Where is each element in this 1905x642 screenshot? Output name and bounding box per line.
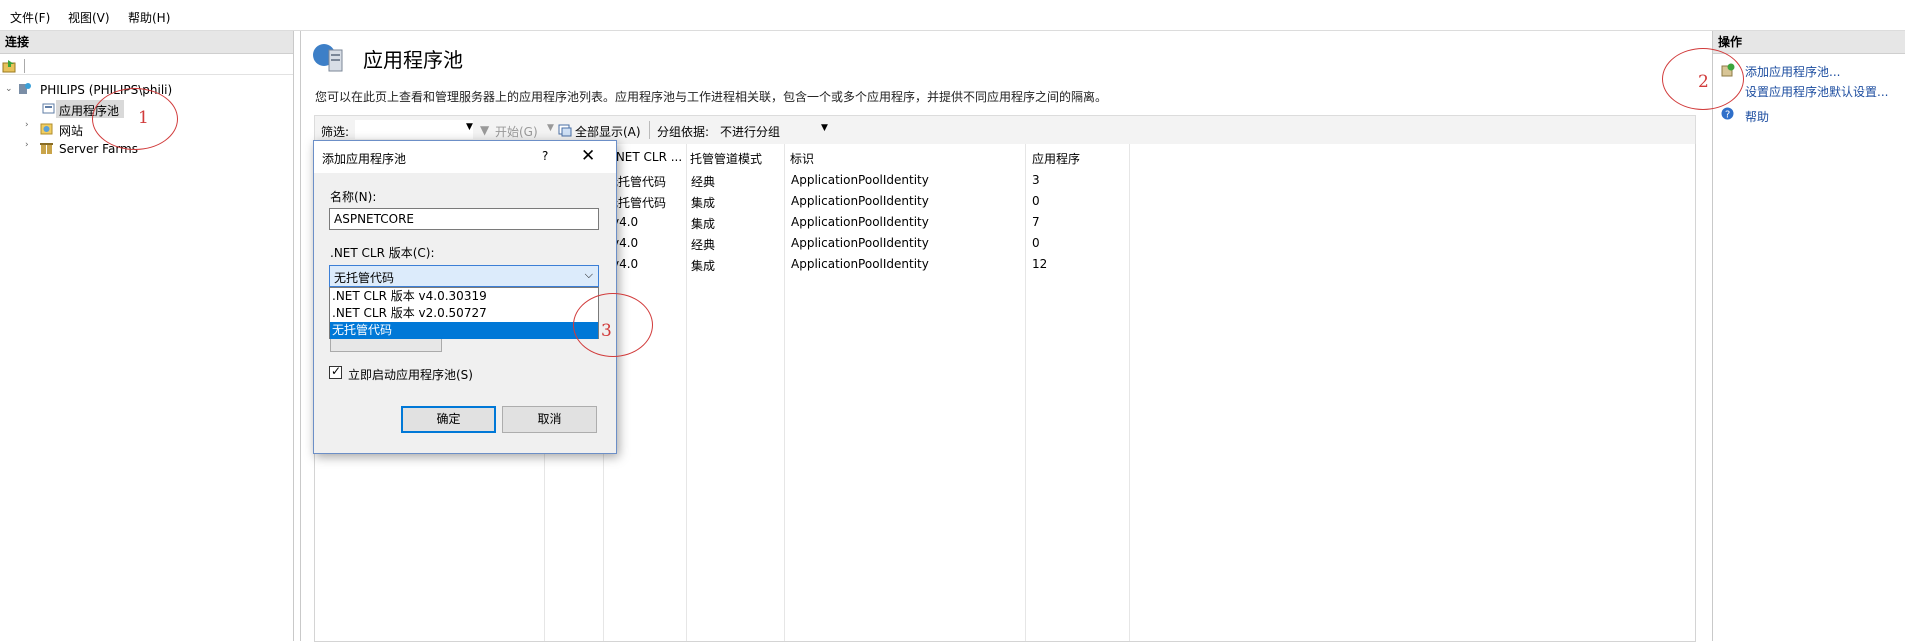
- help-link[interactable]: 帮助: [1745, 108, 1769, 125]
- connections-toolbar: [0, 54, 293, 75]
- table-cell-identity: ApplicationPoolIdentity: [791, 173, 929, 187]
- pipeline-select-hidden: [330, 339, 442, 352]
- actions-header: 操作: [1713, 31, 1905, 54]
- column-divider: [1025, 144, 1026, 641]
- add-app-pool-dialog: 添加应用程序池 ? ✕ 名称(N): ASPNETCORE .NET CLR 版…: [313, 140, 617, 454]
- table-cell-identity: ApplicationPoolIdentity: [791, 257, 929, 271]
- collapse-arrow-icon[interactable]: ⌄: [5, 84, 13, 94]
- ok-button[interactable]: 确定: [401, 406, 496, 433]
- table-cell-apps: 12: [1032, 257, 1048, 271]
- toolbar-divider: [649, 121, 650, 139]
- expand-arrow-icon[interactable]: ›: [25, 120, 29, 130]
- clr-option-v4[interactable]: .NET CLR 版本 v4.0.30319: [330, 288, 598, 305]
- column-header-identity[interactable]: 标识: [790, 150, 814, 167]
- show-all-button[interactable]: 全部显示(A): [575, 123, 641, 140]
- column-header-clr[interactable]: .NET CLR ...: [612, 150, 682, 164]
- dialog-title: 添加应用程序池: [322, 152, 407, 166]
- sites-icon: [40, 123, 53, 135]
- column-header-pipeline[interactable]: 托管管道模式: [690, 150, 762, 167]
- menu-help[interactable]: 帮助(H): [128, 9, 170, 26]
- server-farms-icon: [40, 143, 53, 154]
- filter-dropdown-arrow-icon[interactable]: ▼: [466, 122, 473, 132]
- app-pools-title-icon: [313, 44, 343, 72]
- table-cell-identity: ApplicationPoolIdentity: [791, 236, 929, 250]
- dialog-help-button[interactable]: ?: [542, 149, 548, 163]
- column-header-applications[interactable]: 应用程序: [1032, 150, 1080, 167]
- table-cell-apps: 3: [1032, 173, 1040, 187]
- table-cell-pipeline: 集成: [691, 217, 716, 231]
- table-cell-apps: 0: [1032, 194, 1040, 208]
- table-cell-pipeline: 集成: [691, 259, 716, 273]
- table-cell-apps: 7: [1032, 215, 1040, 229]
- annotation-number-2: 2: [1698, 72, 1709, 92]
- column-divider: [1129, 144, 1130, 641]
- annotation-circle-1: [92, 88, 178, 150]
- connect-icon[interactable]: [2, 59, 18, 73]
- annotation-circle-3: [573, 293, 653, 357]
- cancel-button[interactable]: 取消: [502, 406, 597, 433]
- table-cell-apps: 0: [1032, 236, 1040, 250]
- toolbar-divider: [24, 59, 25, 73]
- menu-view[interactable]: 视图(V): [68, 9, 110, 26]
- clr-version-options: .NET CLR 版本 v4.0.30319 .NET CLR 版本 v2.0.…: [329, 287, 599, 339]
- chevron-down-icon[interactable]: ⌵: [585, 268, 593, 282]
- table-cell-pipeline: 经典: [691, 175, 716, 189]
- app-pool-icon: [42, 103, 55, 114]
- set-pool-defaults-link[interactable]: 设置应用程序池默认设置...: [1745, 83, 1888, 100]
- group-by-dropdown-arrow-icon[interactable]: ▼: [821, 123, 828, 133]
- filter-label: 筛选:: [321, 125, 350, 139]
- column-divider: [686, 144, 687, 641]
- help-icon: ?: [1721, 107, 1734, 120]
- close-icon[interactable]: ✕: [581, 146, 595, 166]
- show-all-icon: [558, 124, 572, 137]
- autostart-label: 立即启动应用程序池(S): [348, 368, 473, 382]
- column-divider: [784, 144, 785, 641]
- actions-pane: 操作: [1712, 31, 1905, 641]
- svg-text:?: ?: [1725, 110, 1730, 121]
- table-cell-pipeline: 经典: [691, 238, 716, 252]
- annotation-number-1: 1: [138, 108, 149, 128]
- clr-version-select[interactable]: 无托管代码 ⌵: [329, 265, 599, 287]
- clr-version-label: .NET CLR 版本(C):: [330, 246, 435, 260]
- clr-version-selected: 无托管代码: [334, 271, 395, 285]
- clr-option-unmanaged[interactable]: 无托管代码: [330, 322, 598, 339]
- group-by-label: 分组依据:: [657, 125, 710, 139]
- filter-input[interactable]: [355, 120, 473, 139]
- clr-option-v2[interactable]: .NET CLR 版本 v2.0.50727: [330, 305, 598, 322]
- add-app-pool-link[interactable]: 添加应用程序池...: [1745, 63, 1840, 80]
- connections-header: 连接: [0, 31, 293, 54]
- table-cell-identity: ApplicationPoolIdentity: [791, 215, 929, 229]
- check-icon: ✓: [331, 364, 342, 378]
- menu-bar: 文件(F) 视图(V) 帮助(H): [0, 0, 1905, 31]
- annotation-number-3: 3: [601, 321, 612, 341]
- table-cell-pipeline: 集成: [691, 196, 716, 210]
- group-by-select[interactable]: 不进行分组: [720, 123, 780, 140]
- page-title: 应用程序池: [363, 48, 463, 72]
- menu-file[interactable]: 文件(F): [10, 9, 50, 26]
- name-label: 名称(N):: [330, 190, 377, 204]
- funnel-icon[interactable]: ▼: [480, 123, 489, 137]
- page-description: 您可以在此页上查看和管理服务器上的应用程序池列表。应用程序池与工作进程相关联，包…: [315, 90, 1108, 104]
- name-input[interactable]: ASPNETCORE: [329, 208, 599, 230]
- table-cell-identity: ApplicationPoolIdentity: [791, 194, 929, 208]
- tree-item-sites[interactable]: 网站: [59, 122, 83, 139]
- autostart-checkbox[interactable]: ✓: [329, 364, 342, 379]
- dialog-titlebar: 添加应用程序池 ? ✕: [314, 141, 616, 173]
- start-dropdown-arrow-icon[interactable]: ▼: [547, 123, 554, 133]
- start-filter-button[interactable]: 开始(G): [495, 123, 538, 140]
- expand-arrow-icon[interactable]: ›: [25, 140, 29, 150]
- server-icon: [19, 83, 31, 94]
